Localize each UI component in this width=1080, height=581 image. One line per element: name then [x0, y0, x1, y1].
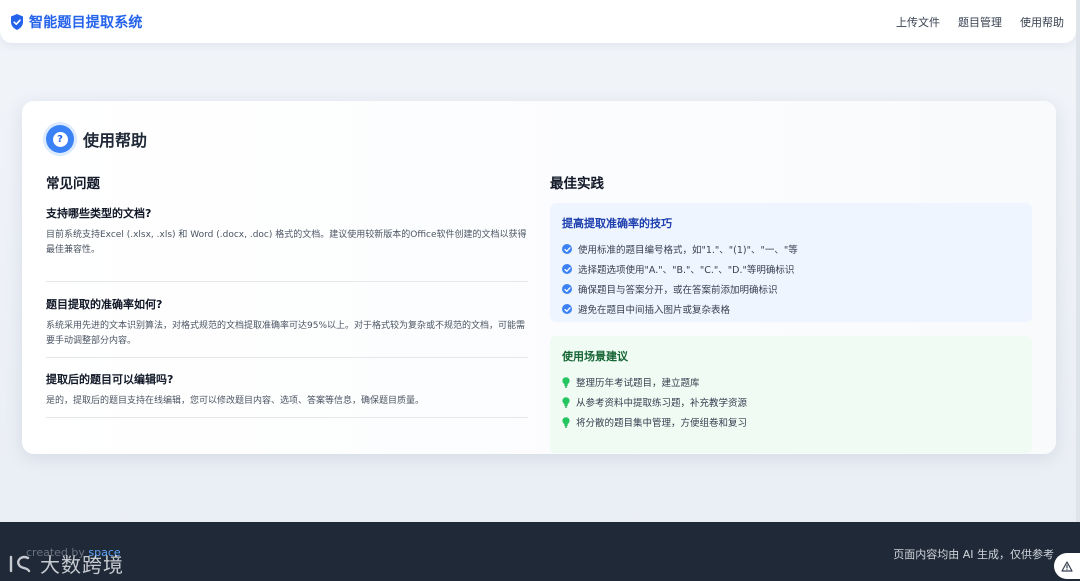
scene-text: 从参考资料中提取练习题，补充教学资源 [576, 398, 748, 409]
warning-icon[interactable] [1054, 553, 1080, 579]
tip-item: 确保题目与答案分开，或在答案前添加明确标识 [562, 279, 1020, 299]
brand-title: 智能题目提取系统 [29, 14, 143, 31]
faq-answer: 是的，提取后的题目支持在线编辑，您可以修改题目内容、选项、答案等信息，确保题目质… [46, 396, 425, 406]
lightbulb-icon [562, 396, 570, 408]
faq-item: 提取后的题目可以编辑吗? 是的，提取后的题目支持在线编辑，您可以修改题目内容、选… [46, 371, 528, 418]
nav-question-management[interactable]: 题目管理 [958, 14, 1002, 30]
check-circle-icon [562, 264, 572, 274]
nav-help[interactable]: 使用帮助 [1020, 14, 1064, 30]
check-circle-icon [562, 244, 572, 254]
footer: created by space 大数跨境 页面内容均由 AI 生成，仅供参考 [0, 522, 1080, 581]
help-card: ? 使用帮助 常见问题 支持哪些类型的文档? 目前系统支持Excel (.xls… [22, 101, 1056, 454]
shield-check-icon [11, 13, 23, 30]
main-nav: 上传文件 题目管理 使用帮助 [896, 14, 1064, 30]
tip-item: 避免在题目中间插入图片或复杂表格 [562, 299, 1020, 319]
faq-answer: 系统采用先进的文本识别算法，对格式规范的文档提取准确率可达95%以上。对于格式较… [46, 321, 526, 346]
watermark: 大数跨境 [8, 549, 124, 578]
watermark-text: 大数跨境 [40, 553, 124, 577]
card-title: 使用帮助 [83, 131, 148, 150]
faq-item: 题目提取的准确率如何? 系统采用先进的文本识别算法，对格式规范的文档提取准确率可… [46, 296, 528, 358]
scenes-panel: 使用场景建议 整理历年考试题目，建立题库 从参考资料中提取练习题，补充教学资源 [550, 336, 1032, 453]
scene-item: 整理历年考试题目，建立题库 [562, 372, 1020, 392]
tips-panel: 提高提取准确率的技巧 使用标准的题目编号格式，如"1."、"(1)"、"一、"等… [550, 203, 1032, 322]
ai-notice: 页面内容均由 AI 生成，仅供参考 [893, 548, 1054, 561]
top-nav-bar: 智能题目提取系统 上传文件 题目管理 使用帮助 [0, 0, 1076, 43]
tip-text: 避免在题目中间插入图片或复杂表格 [578, 305, 731, 316]
lightbulb-icon [562, 376, 570, 388]
scene-text: 整理历年考试题目，建立题库 [576, 378, 700, 389]
tip-item: 使用标准的题目编号格式，如"1."、"(1)"、"一、"等 [562, 239, 1020, 259]
best-practice-title: 最佳实践 [550, 176, 604, 192]
card-header: ? 使用帮助 [46, 125, 147, 153]
tips-title: 提高提取准确率的技巧 [562, 217, 672, 230]
faq-question: 提取后的题目可以编辑吗? [46, 373, 174, 386]
tip-text: 确保题目与答案分开，或在答案前添加明确标识 [578, 285, 778, 296]
tip-text: 使用标准的题目编号格式，如"1."、"(1)"、"一、"等 [578, 245, 798, 256]
scene-text: 将分散的题目集中管理，方便组卷和复习 [576, 418, 748, 429]
lightbulb-icon [562, 416, 570, 428]
faq-question: 支持哪些类型的文档? [46, 207, 152, 220]
faq-title: 常见问题 [46, 176, 100, 192]
check-circle-icon [562, 304, 572, 314]
watermark-logo-icon [9, 555, 31, 572]
scene-item: 从参考资料中提取练习题，补充教学资源 [562, 392, 1020, 412]
nav-upload-files[interactable]: 上传文件 [896, 14, 940, 30]
tip-item: 选择题选项使用"A."、"B."、"C."、"D."等明确标识 [562, 259, 1020, 279]
faq-question: 题目提取的准确率如何? [46, 298, 163, 311]
check-circle-icon [562, 284, 572, 294]
faq-item: 支持哪些类型的文档? 目前系统支持Excel (.xlsx, .xls) 和 W… [46, 205, 528, 282]
page-scrollbar[interactable] [1076, 0, 1080, 522]
scenes-title: 使用场景建议 [562, 350, 628, 363]
faq-section: 常见问题 支持哪些类型的文档? 目前系统支持Excel (.xlsx, .xls… [46, 172, 528, 418]
brand[interactable]: 智能题目提取系统 [10, 12, 143, 32]
scene-item: 将分散的题目集中管理，方便组卷和复习 [562, 412, 1020, 432]
best-practice-section: 最佳实践 提高提取准确率的技巧 使用标准的题目编号格式，如"1."、"(1)"、… [550, 172, 1032, 453]
tip-text: 选择题选项使用"A."、"B."、"C."、"D."等明确标识 [578, 265, 795, 276]
faq-answer: 目前系统支持Excel (.xlsx, .xls) 和 Word (.docx,… [46, 230, 527, 255]
question-circle-icon: ? [46, 125, 74, 153]
